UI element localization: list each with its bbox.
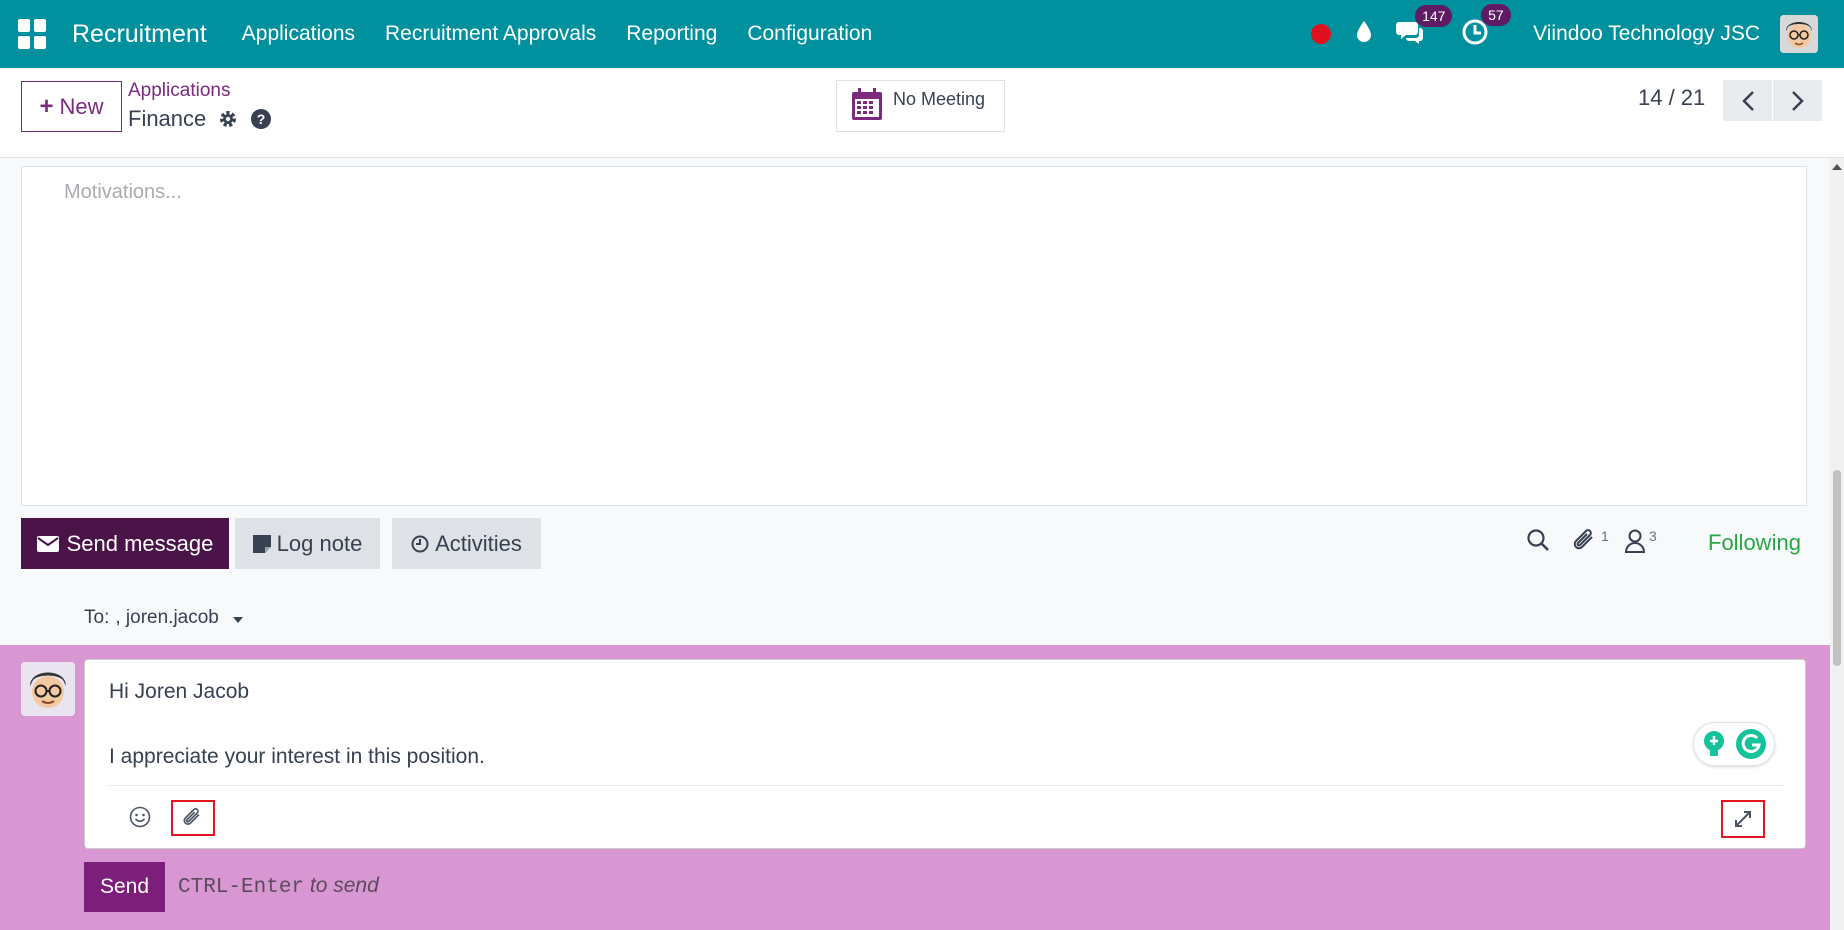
following-toggle[interactable]: Following	[1708, 530, 1801, 556]
sticky-note-icon	[252, 534, 271, 553]
menu-configuration[interactable]: Configuration	[747, 22, 872, 46]
full-composer-button[interactable]	[1721, 800, 1765, 838]
expand-icon	[1735, 811, 1751, 827]
meeting-smart-button[interactable]: No Meeting	[836, 80, 1005, 132]
calendar-icon	[852, 88, 882, 120]
apps-menu-icon[interactable]	[18, 19, 48, 49]
composer-text-line-2: I appreciate your interest in this posit…	[109, 745, 485, 768]
message-composer[interactable]: Hi Joren Jacob I appreciate your interes…	[84, 659, 1806, 849]
control-panel: + New Applications Finance ? No Meeting …	[0, 68, 1844, 158]
composer-avatar	[21, 662, 75, 716]
navbar-systray: 147 57 Viindoo Technology JSC	[1311, 0, 1818, 68]
droplet-icon[interactable]	[1355, 20, 1373, 49]
recipients-line[interactable]: To: , joren.jacob	[84, 607, 243, 629]
new-button-label: New	[59, 93, 104, 119]
pager-previous-button[interactable]	[1723, 80, 1772, 121]
composer-divider	[109, 785, 1783, 786]
log-note-button[interactable]: Log note	[235, 518, 380, 569]
search-messages-button[interactable]	[1526, 528, 1550, 552]
svg-text:?: ?	[257, 111, 266, 127]
menu-recruitment-approvals[interactable]: Recruitment Approvals	[385, 22, 596, 46]
send-button[interactable]: Send	[84, 862, 165, 912]
menu-reporting[interactable]: Reporting	[626, 22, 717, 46]
scroll-up-arrow-icon[interactable]	[1832, 164, 1842, 170]
record-dot-icon[interactable]	[1311, 24, 1332, 44]
messages-button[interactable]: 147	[1395, 4, 1453, 50]
to-recipients: , joren.jacob	[115, 607, 219, 628]
chevron-left-icon	[1741, 90, 1754, 111]
pager-next-button[interactable]	[1773, 80, 1822, 121]
activities-label: Activities	[435, 530, 522, 556]
attach-file-button[interactable]	[171, 800, 215, 836]
envelope-icon	[36, 535, 59, 552]
log-note-label: Log note	[276, 530, 363, 556]
gear-icon[interactable]	[218, 109, 238, 129]
user-avatar[interactable]	[1780, 15, 1818, 53]
messages-count-badge: 147	[1415, 4, 1453, 27]
attachments-count: 1	[1601, 528, 1609, 544]
activities-button-chatter[interactable]: Activities	[392, 518, 541, 569]
followers-button[interactable]: 3	[1624, 528, 1657, 554]
pager-value[interactable]: 14 / 21	[1638, 85, 1705, 111]
chevron-down-icon[interactable]	[232, 617, 243, 623]
paperclip-icon	[183, 808, 200, 825]
clock-icon	[411, 535, 429, 552]
followers-count: 3	[1649, 528, 1657, 544]
breadcrumb-parent[interactable]: Applications	[128, 80, 230, 102]
chevron-right-icon	[1791, 90, 1804, 111]
grammarly-g-icon	[1736, 729, 1766, 759]
scrollbar-thumb[interactable]	[1833, 470, 1841, 666]
record-title: Finance	[128, 106, 207, 131]
paperclip-icon	[1573, 529, 1593, 550]
composer-text-line-1: Hi Joren Jacob	[109, 680, 250, 703]
user-icon	[1624, 529, 1646, 553]
breadcrumb-current: Finance ?	[128, 106, 272, 132]
top-navbar: Recruitment Applications Recruitment App…	[0, 0, 1844, 68]
search-icon	[1527, 529, 1549, 551]
send-hint-key: CTRL-Enter	[178, 876, 305, 899]
to-label: To:	[84, 607, 110, 628]
help-icon[interactable]: ?	[250, 108, 272, 130]
menu-applications[interactable]: Applications	[242, 22, 355, 46]
activities-count-badge: 57	[1481, 3, 1511, 26]
new-button[interactable]: + New	[21, 81, 122, 132]
emoji-button[interactable]	[129, 806, 151, 833]
send-message-label: Send message	[66, 530, 214, 556]
grammarly-widget[interactable]	[1693, 722, 1775, 766]
app-name[interactable]: Recruitment	[72, 20, 207, 49]
motivations-field[interactable]: Motivations...	[21, 166, 1807, 506]
send-message-button[interactable]: Send message	[21, 518, 229, 569]
activities-button[interactable]: 57	[1461, 3, 1511, 51]
meeting-label: No Meeting	[893, 89, 986, 109]
send-hint-text: to send	[309, 874, 379, 897]
smiley-icon	[129, 806, 151, 828]
company-switcher[interactable]: Viindoo Technology JSC	[1533, 22, 1760, 46]
attachments-button[interactable]: 1	[1572, 528, 1609, 554]
send-hint: CTRL-Enter to send	[178, 874, 379, 899]
plus-icon: +	[39, 92, 54, 120]
lightbulb-icon	[1704, 731, 1724, 756]
motivations-placeholder: Motivations...	[64, 181, 182, 203]
